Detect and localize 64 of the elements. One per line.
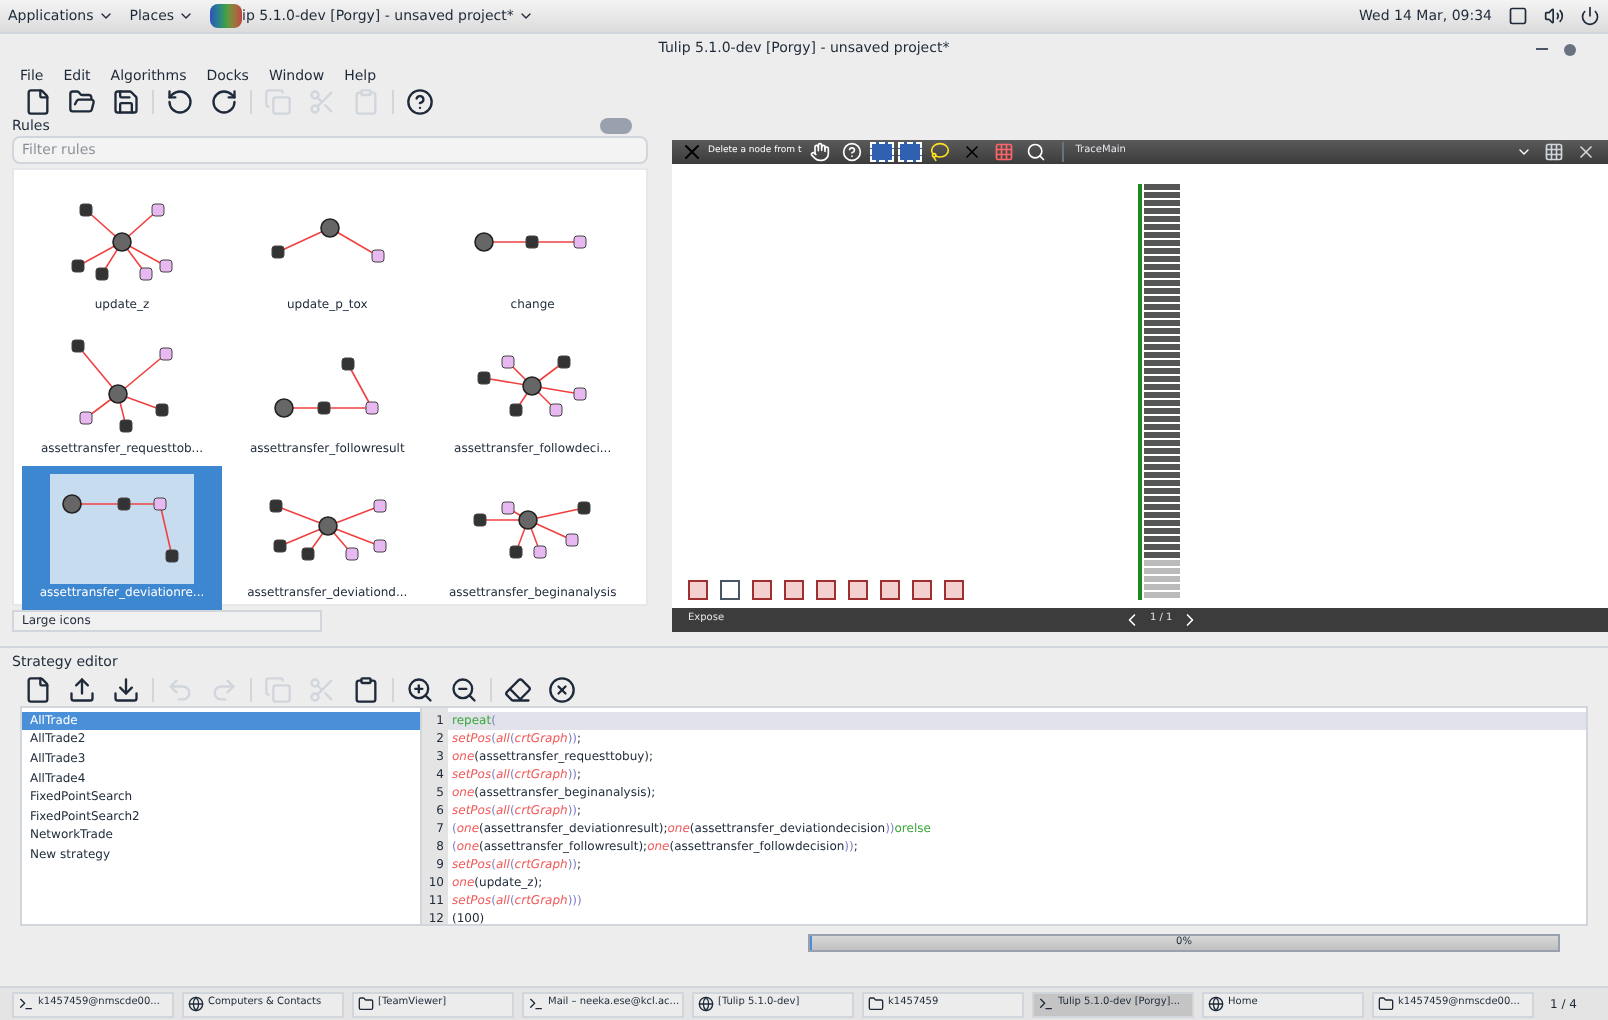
save-icon bbox=[112, 88, 140, 116]
lasso-icon bbox=[929, 142, 950, 162]
paste-icon bbox=[352, 88, 380, 116]
screen-icon bbox=[1508, 6, 1528, 26]
folder-icon bbox=[1378, 996, 1394, 1012]
export-icon bbox=[112, 675, 140, 703]
cut-icon bbox=[308, 675, 336, 703]
redo-icon bbox=[210, 88, 238, 116]
terminal-icon bbox=[1038, 996, 1054, 1012]
globe-icon bbox=[1208, 996, 1224, 1012]
folder-icon bbox=[358, 996, 374, 1012]
caret-icon bbox=[517, 8, 534, 24]
save-button[interactable] bbox=[108, 84, 144, 120]
rule-graph-drawing bbox=[62, 493, 182, 565]
rule-graph-drawing bbox=[474, 231, 591, 251]
terminal-icon bbox=[18, 996, 34, 1012]
new-file-icon bbox=[24, 88, 52, 116]
redo-button[interactable] bbox=[206, 84, 242, 120]
eraser-icon bbox=[504, 675, 532, 703]
selection-icon[interactable] bbox=[897, 142, 922, 162]
globe-icon bbox=[698, 996, 714, 1012]
zoom-in-icon bbox=[406, 675, 434, 703]
help-tool-button[interactable] bbox=[837, 138, 866, 166]
rule-graph-drawing bbox=[265, 495, 390, 563]
rule-graph-drawing bbox=[68, 199, 176, 283]
undo-icon bbox=[166, 675, 194, 703]
undo-icon bbox=[166, 88, 194, 116]
globe-icon bbox=[188, 996, 204, 1012]
open-folder-icon bbox=[68, 88, 96, 116]
dropdown-icon bbox=[1516, 144, 1532, 160]
copy-icon bbox=[264, 88, 292, 116]
hand-tool-button[interactable] bbox=[805, 138, 834, 166]
new-strategy-icon bbox=[24, 675, 52, 703]
terminal-icon bbox=[528, 996, 544, 1012]
rule-graph-drawing bbox=[470, 497, 595, 561]
undo-button[interactable] bbox=[162, 84, 198, 120]
rule-graph-drawing bbox=[267, 217, 388, 265]
selection-icon[interactable] bbox=[869, 142, 894, 162]
power-icon bbox=[1580, 6, 1600, 26]
delete-x-icon bbox=[680, 140, 704, 164]
clear-button[interactable] bbox=[544, 671, 580, 707]
zoom-out-icon bbox=[450, 675, 478, 703]
caret-icon bbox=[178, 8, 195, 24]
cut-icon bbox=[308, 88, 336, 116]
rule-graph-drawing bbox=[273, 353, 382, 417]
caret-icon bbox=[97, 8, 114, 24]
paste-icon bbox=[352, 675, 380, 703]
maximize-icon[interactable] bbox=[1564, 44, 1576, 56]
app-icon bbox=[210, 4, 243, 28]
rule-graph-drawing bbox=[474, 351, 591, 419]
clear-icon bbox=[548, 675, 576, 703]
grid-tool-icon bbox=[993, 142, 1014, 162]
help-button[interactable] bbox=[402, 84, 438, 120]
search-icon bbox=[1025, 142, 1046, 162]
import-icon bbox=[68, 675, 96, 703]
help-icon bbox=[406, 88, 434, 116]
volume-icon bbox=[1544, 6, 1564, 26]
layout-icon bbox=[1544, 142, 1564, 162]
close-icon bbox=[1576, 142, 1596, 162]
redo-icon bbox=[210, 675, 238, 703]
rule-graph-drawing bbox=[68, 335, 176, 435]
folder-icon bbox=[868, 996, 884, 1012]
lasso-button[interactable] bbox=[925, 138, 954, 166]
close-tool-icon bbox=[961, 142, 982, 162]
